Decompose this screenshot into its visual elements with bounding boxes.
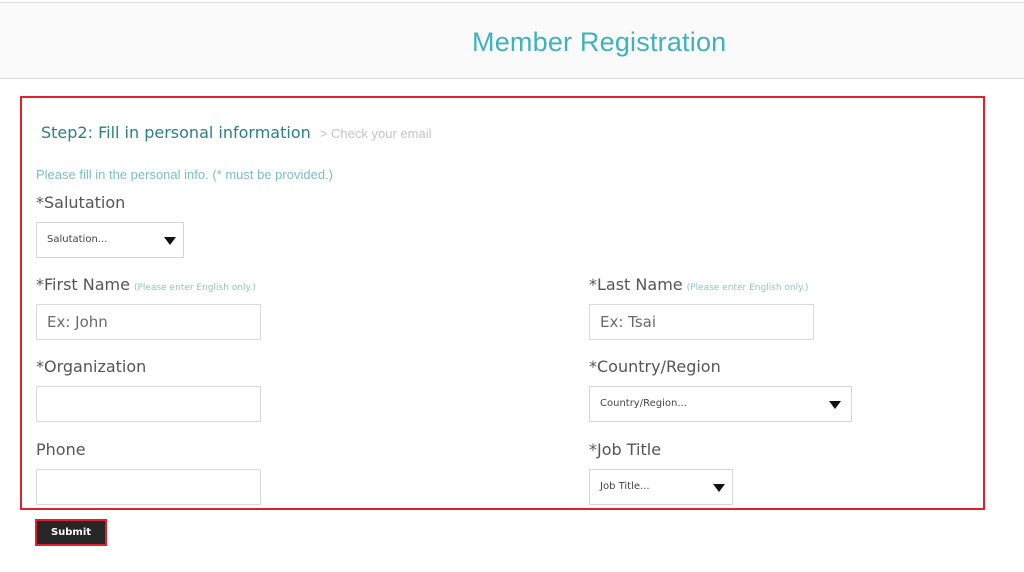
organization-label: *Organization bbox=[36, 357, 147, 376]
first-name-label-text: *First Name bbox=[36, 275, 130, 294]
salutation-select[interactable]: Salutation... bbox=[36, 222, 184, 258]
registration-form-highlight bbox=[20, 96, 985, 510]
last-name-label-text: *Last Name bbox=[589, 275, 683, 294]
chevron-down-icon bbox=[164, 237, 176, 245]
step-next: > Check your email bbox=[319, 126, 432, 141]
page-header: Member Registration bbox=[0, 2, 1024, 79]
step-current: Step2: Fill in personal information bbox=[41, 123, 311, 142]
first-name-hint: (Please enter English only.) bbox=[133, 283, 256, 293]
country-select[interactable]: Country/Region... bbox=[589, 386, 852, 422]
chevron-down-icon bbox=[713, 484, 725, 492]
step-indicator: Step2: Fill in personal information > Ch… bbox=[41, 123, 431, 142]
chevron-down-icon bbox=[829, 401, 841, 409]
last-name-input[interactable] bbox=[589, 304, 814, 340]
job-title-select[interactable]: Job Title... bbox=[589, 469, 733, 505]
salutation-label: *Salutation bbox=[36, 193, 126, 212]
phone-label: Phone bbox=[36, 440, 86, 459]
form-instructions: Please fill in the personal info. (* mus… bbox=[36, 167, 333, 182]
salutation-value: Salutation... bbox=[47, 234, 108, 245]
page-title: Member Registration bbox=[472, 27, 727, 57]
last-name-label: *Last Name (Please enter English only.) bbox=[589, 275, 809, 294]
phone-input[interactable] bbox=[36, 469, 261, 505]
country-value: Country/Region... bbox=[600, 398, 687, 409]
country-label: *Country/Region bbox=[589, 357, 721, 376]
submit-button[interactable]: Submit bbox=[37, 521, 105, 544]
last-name-hint: (Please enter English only.) bbox=[686, 283, 809, 293]
organization-input[interactable] bbox=[36, 386, 261, 422]
job-title-label: *Job Title bbox=[589, 440, 662, 459]
first-name-input[interactable] bbox=[36, 304, 261, 340]
job-title-value: Job Title... bbox=[600, 481, 650, 492]
first-name-label: *First Name (Please enter English only.) bbox=[36, 275, 256, 294]
